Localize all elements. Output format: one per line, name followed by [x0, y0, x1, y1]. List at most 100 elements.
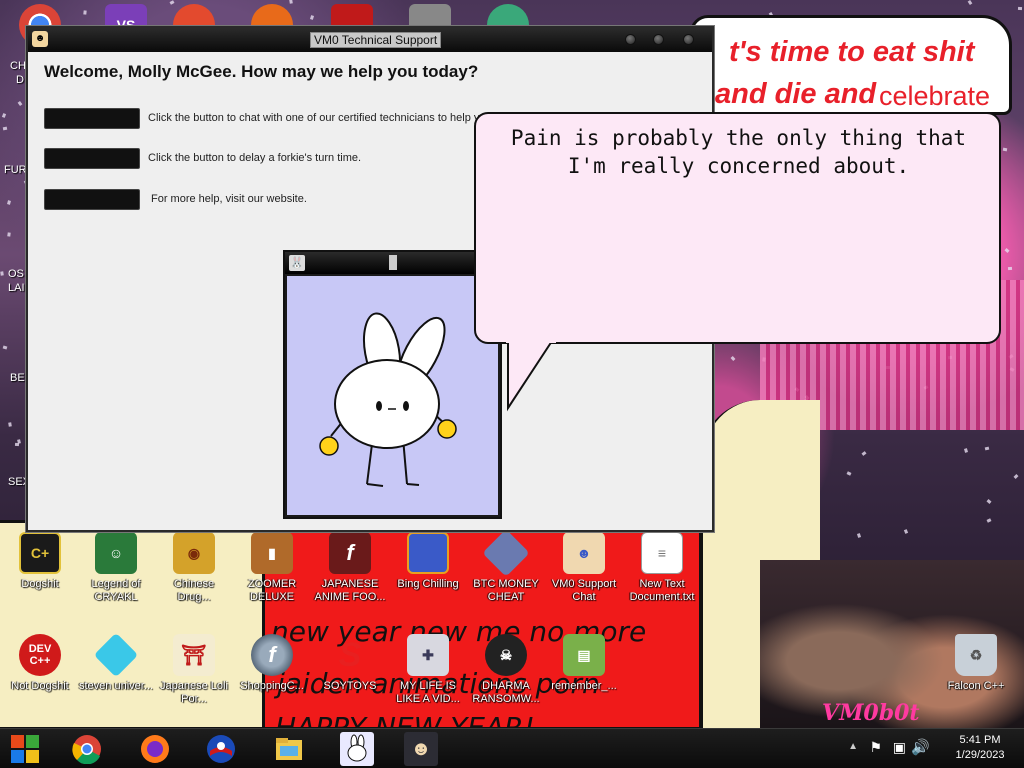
desktop-icon-japanese-loli[interactable]: ⛩ Japanese Loli Por...: [156, 634, 232, 706]
top-speech-bubble: t's time to eat shit and die and celebra…: [690, 15, 1012, 115]
confetti-piece: [903, 529, 909, 534]
desktop-icon-new-text-document[interactable]: ≡ New Text Document.txt: [624, 532, 700, 604]
confetti-piece: [1007, 266, 1013, 271]
top-bubble-line-1: t's time to eat shit: [729, 36, 975, 68]
desktop-icon-label: ShoppingC...: [240, 680, 304, 692]
bunny-window-titlebar[interactable]: 🐰: [285, 252, 500, 274]
desktop-icon-label: New Text Document.txt: [629, 578, 695, 603]
start-icon: [11, 735, 39, 763]
confetti-piece: [2, 126, 8, 131]
diamond-icon: [93, 632, 139, 678]
book-icon: [407, 532, 449, 574]
confetti-piece: [967, 0, 973, 5]
edge-label: BE: [10, 372, 25, 384]
confetti-piece: [730, 356, 736, 361]
edge-label: LAI: [8, 282, 25, 294]
show-hidden-icons-chevron-up-icon[interactable]: ▲: [848, 741, 858, 752]
flash-player-icon: f: [251, 634, 293, 676]
desktop-icon-label: Not Dogshit: [11, 680, 69, 692]
desktop-icon-falcon-cpp[interactable]: ♻ Falcon C++: [938, 634, 1014, 693]
top-bubble-line-2: and die and: [715, 78, 877, 110]
clock[interactable]: 5:41 PM 1/29/2023: [950, 733, 1010, 763]
gamepad-icon: ✚: [407, 634, 449, 676]
taskbar-chrome[interactable]: [70, 732, 104, 766]
desktop-icon-steven-universe[interactable]: steven univer...: [78, 632, 154, 693]
maximize-button[interactable]: [653, 34, 664, 45]
close-button[interactable]: [683, 34, 694, 45]
flag-icon[interactable]: ⚑: [869, 739, 882, 756]
confetti-piece: [1004, 248, 1010, 253]
taskbar-obama[interactable]: [204, 732, 238, 766]
obama-icon: [207, 735, 235, 763]
desktop-icon-label: SOYTOYS: [323, 680, 377, 692]
taskbar-bunny-app[interactable]: [340, 732, 374, 766]
desktop-icon-vm0-support-chat[interactable]: ☻ VM0 Support Chat: [546, 532, 622, 604]
chat-technician-text: Click the button to chat with one of our…: [148, 112, 486, 124]
confetti-piece: [1013, 474, 1019, 479]
taskbar-file-explorer[interactable]: [272, 732, 306, 766]
desktop-icon-label: ZOOMER DELUXE: [247, 578, 297, 603]
desktop-icon-label: DHARMA RANSOMW...: [472, 680, 540, 705]
edge-label: CH: [10, 60, 26, 72]
confetti-piece: [1017, 6, 1023, 11]
bunny-app-icon: [347, 734, 367, 762]
support-agent-icon: ☻: [410, 737, 432, 760]
desktop-icon-soytoys[interactable]: S SOYTOYS: [312, 634, 388, 693]
desktop-icon-bing-chilling[interactable]: Bing Chilling: [390, 532, 466, 591]
desktop-icon-label: MY LIFE IS LIKE A VID...: [396, 680, 460, 705]
desktop-icon-dharma-ransomware[interactable]: ☠ DHARMA RANSOMW...: [468, 634, 544, 706]
confetti-piece: [8, 422, 12, 427]
taskbar-support-chat[interactable]: ☻: [404, 732, 438, 766]
network-icon[interactable]: ▣: [893, 739, 906, 756]
chrome-icon: [72, 735, 101, 764]
chat-technician-button[interactable]: [44, 108, 140, 129]
desktop-icon-legend-of-cryakl[interactable]: ☺ Legend of CRYAKL: [78, 532, 154, 604]
volume-icon[interactable]: 🔊: [911, 738, 930, 756]
bunny-mascot: [319, 312, 457, 487]
desktop-icon-label: steven univer...: [79, 680, 153, 692]
soytoys-icon: S: [338, 635, 362, 674]
desktop-icon-label: VM0 Support Chat: [551, 578, 617, 603]
desktop-icon-chinese-drug[interactable]: ◉ Chinese Drug...: [156, 532, 232, 604]
taskbar: ☻ ▲ ⚑ ▣ 🔊 5:41 PM 1/29/2023: [0, 728, 1024, 768]
confetti-piece: [861, 451, 867, 456]
sign-line-3: HAPPY NEW YEAR!: [275, 711, 535, 728]
confetti-piece: [17, 439, 21, 444]
confetti-piece: [986, 518, 992, 523]
desktop-icon-zoomer-deluxe[interactable]: ▮ ZOOMER DELUXE: [234, 532, 310, 604]
desktop-icon-remember[interactable]: ▤ remember_...: [546, 634, 622, 693]
desktop-icon-dogshit[interactable]: C+ Dogshit: [2, 532, 78, 591]
visit-website-button[interactable]: [44, 189, 140, 210]
speech-bubble-text: Pain is probably the only thing that I'm…: [510, 126, 967, 178]
desktop-icon-label: Falcon C++: [947, 680, 1005, 692]
taskbar-firefox[interactable]: [138, 732, 172, 766]
support-agent-icon: ☻: [563, 532, 605, 574]
confetti-piece: [7, 232, 11, 237]
confetti-piece: [7, 200, 11, 205]
desktop-icon-label: Bing Chilling: [397, 578, 459, 590]
top-bubble-line-2b: celebrate: [879, 81, 991, 111]
bunny-window-title: [389, 255, 397, 270]
desktop-icon-label: Legend of CRYAKL: [91, 578, 141, 603]
desktop-icon-label: JAPANESE ANIME FOO...: [314, 578, 386, 603]
firefox-icon: [141, 735, 169, 763]
confetti-piece: [986, 499, 992, 504]
delay-turn-button[interactable]: [44, 148, 140, 169]
support-window-titlebar[interactable]: ☻ VM0 Technical Support: [28, 28, 712, 52]
desktop-icon-label: Dogshit: [21, 578, 59, 590]
confetti-piece: [1002, 147, 1008, 152]
welcome-heading: Welcome, Molly McGee. How may we help yo…: [44, 62, 479, 81]
recycle-bin-icon: ♻: [955, 634, 997, 676]
desktop-icon-not-dogshit[interactable]: DEV C++ Not Dogshit: [2, 634, 78, 693]
start-button[interactable]: [8, 732, 42, 766]
minimize-button[interactable]: [625, 34, 636, 45]
confetti-piece: [83, 10, 87, 15]
window-title: VM0 Technical Support: [310, 32, 442, 48]
visit-website-text: For more help, visit our website.: [151, 193, 307, 205]
desktop-icon-btc-money-cheat[interactable]: BTC MONEY CHEAT: [468, 529, 544, 604]
bunny-icon: 🐰: [289, 255, 305, 271]
desktop-icon-japanese-anime-foo[interactable]: f JAPANESE ANIME FOO...: [312, 532, 388, 604]
desktop-icon-my-life-is-like-a-vid[interactable]: ✚ MY LIFE IS LIKE A VID...: [390, 634, 466, 706]
desktop-icon-shopping[interactable]: f ShoppingC...: [234, 634, 310, 693]
edge-label: D: [16, 74, 24, 86]
